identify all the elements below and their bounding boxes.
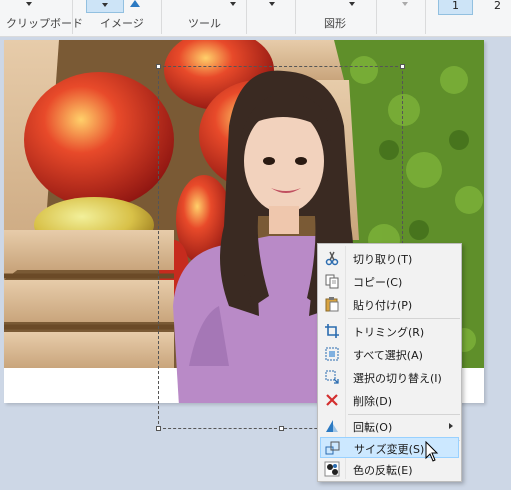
menu-item-label: すべて選択(A)	[353, 349, 423, 362]
menu-separator	[348, 318, 460, 319]
menu-item-label: 色の反転(E)	[353, 464, 413, 477]
resize-handle[interactable]	[279, 426, 284, 431]
menu-item-label: サイズ変更(S)	[354, 443, 425, 456]
chevron-down-icon	[102, 3, 108, 7]
delete-icon	[326, 394, 338, 406]
tools-dropdown-icon[interactable]	[230, 2, 236, 6]
menu-separator	[348, 414, 460, 415]
resize-icon	[325, 441, 340, 455]
ribbon-separator	[376, 0, 377, 34]
ribbon-separator	[246, 0, 247, 34]
invert-color-icon	[324, 461, 340, 477]
rotate-icon	[326, 420, 338, 432]
menu-item-label: 切り取り(T)	[353, 253, 413, 266]
ribbon: クリップボード イメージ ツール 図形 1 2	[0, 0, 511, 37]
color-1-button[interactable]: 1	[438, 0, 473, 15]
menu-item-label: 回転(O)	[353, 421, 393, 434]
context-menu: 切り取り(T) コピー(C) 貼り付け(P) トリミング(R) すべて選択(A)…	[317, 243, 462, 482]
shapes-dropdown-icon[interactable]	[269, 2, 275, 6]
group-label-tools: ツール	[188, 17, 221, 30]
invert-selection-icon	[325, 370, 339, 384]
resize-handle[interactable]	[156, 64, 161, 69]
menu-item-cut[interactable]: 切り取り(T)	[320, 248, 459, 269]
submenu-arrow-icon	[449, 423, 453, 429]
resize-handle[interactable]	[156, 426, 161, 431]
color-2-button[interactable]: 2	[494, 0, 501, 12]
menu-item-label: 選択の切り替え(I)	[353, 372, 442, 385]
rotate-small-icon[interactable]	[128, 0, 142, 8]
mouse-pointer-icon	[425, 441, 439, 462]
menu-item-label: 削除(D)	[353, 395, 393, 408]
menu-item-delete[interactable]: 削除(D)	[320, 390, 459, 411]
menu-item-label: 貼り付け(P)	[353, 299, 413, 312]
select-all-icon	[325, 347, 339, 361]
menu-item-paste[interactable]: 貼り付け(P)	[320, 294, 459, 315]
group-label-shapes: 図形	[324, 17, 346, 30]
fill-dropdown-icon[interactable]	[402, 2, 408, 6]
ribbon-separator	[295, 0, 296, 34]
clipboard-dropdown-icon[interactable]	[26, 2, 32, 6]
crop-icon	[325, 324, 339, 338]
menu-item-invert-selection[interactable]: 選択の切り替え(I)	[320, 367, 459, 388]
menu-item-copy[interactable]: コピー(C)	[320, 271, 459, 292]
menu-item-rotate[interactable]: 回転(O)	[320, 416, 459, 437]
scissors-icon	[325, 251, 339, 266]
ribbon-separator	[161, 0, 162, 34]
outline-dropdown-icon[interactable]	[349, 2, 355, 6]
copy-icon	[325, 274, 339, 289]
paste-icon	[325, 297, 339, 312]
menu-item-label: コピー(C)	[353, 276, 403, 289]
ribbon-separator	[425, 0, 426, 34]
group-label-clipboard: クリップボード	[6, 17, 83, 30]
menu-item-crop[interactable]: トリミング(R)	[320, 321, 459, 342]
resize-handle[interactable]	[400, 64, 405, 69]
menu-item-label: トリミング(R)	[353, 326, 425, 339]
group-label-image: イメージ	[100, 17, 144, 30]
menu-item-select-all[interactable]: すべて選択(A)	[320, 344, 459, 365]
image-select-dropdown[interactable]	[86, 0, 124, 13]
